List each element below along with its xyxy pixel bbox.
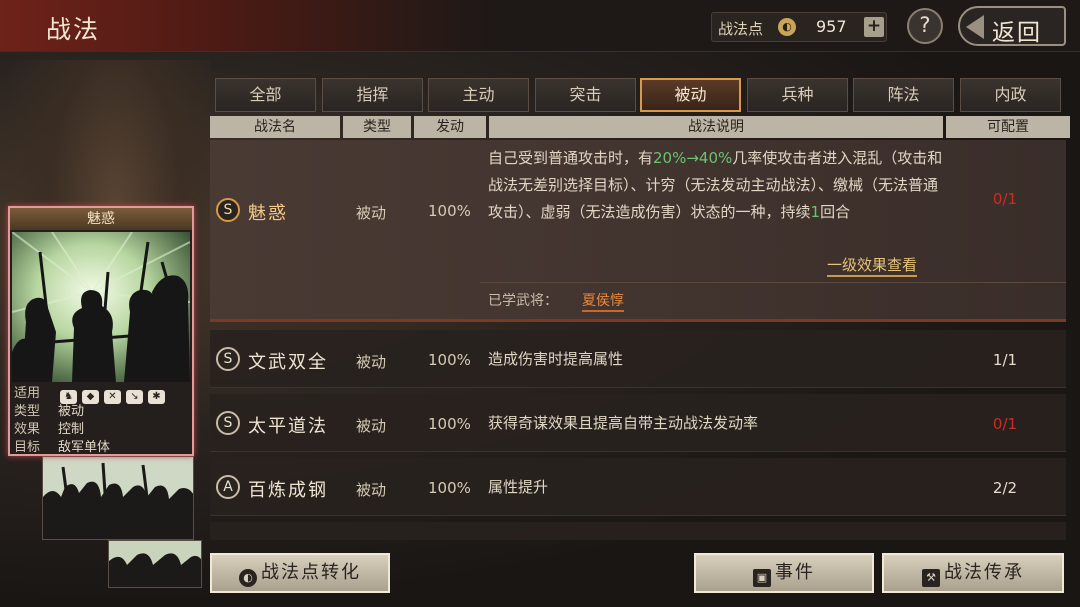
effect-details-link[interactable]: 一级效果查看 [827,254,918,277]
skill-type: 被动 [356,353,387,371]
card-effect-value: 控制 [58,422,85,437]
column-header-description: 战法说明 [489,116,943,138]
card-target-value: 敌军单体 [58,440,111,455]
card-effect-row: 效果 控制 [14,418,84,437]
grade-badge: S [216,411,240,435]
selected-skill-card[interactable]: 魅惑 适用 ♞ ◆ ✕ ↘ ✱ 类型 被动 效果 控制 目标 敌军单体 [8,206,194,456]
card-art-image [109,541,201,587]
chance-highlight: 20%→40% [653,149,733,167]
grade-badge: S [216,198,240,222]
inherit-skill-button[interactable]: ⚒ 战法传承 [882,553,1064,593]
back-label: 返回 [992,20,1042,46]
skill-points-coin-icon: ◐ [778,18,796,36]
column-header-type[interactable]: 类型 [343,116,411,138]
card-applicable-label: 适用 [14,386,41,401]
shield-icon: ◆ [82,390,99,404]
card-effect-label: 效果 [14,422,41,437]
tab-formation[interactable]: 阵法 [853,78,954,112]
skill-configurable: 0/1 [992,190,1018,208]
tab-active[interactable]: 主动 [428,78,529,112]
wheel-icon: ✱ [148,390,165,404]
skill-description: 获得奇谋效果且提高自带主动战法发动率 [488,414,759,432]
bow-icon: ✕ [104,390,121,404]
skill-row-selected[interactable]: S 魅惑 被动 100% 自己受到普通攻击时，有20%→40%几率使攻击者进入混… [210,140,1066,322]
top-bar: 战法 战法点 ◐ 957 + ? 返回 [0,0,1080,52]
tab-internal-affairs[interactable]: 内政 [960,78,1061,112]
skill-list: S 魅惑 被动 100% 自己受到普通攻击时，有20%→40%几率使攻击者进入混… [210,140,1066,540]
tab-command[interactable]: 指挥 [322,78,423,112]
tab-all[interactable]: 全部 [215,78,316,112]
card-title: 魅惑 [10,208,192,230]
skill-points-coin-icon: ◐ [239,569,257,587]
skill-points-value: 957 [816,17,847,36]
skill-description: 造成伤害时提高属性 [488,350,624,368]
skill-row[interactable]: S 太平道法 被动 100% 获得奇谋效果且提高自带主动战法发动率 0/1 [210,394,1066,452]
learned-generals-label: 已学武将： [488,293,558,309]
skill-name: 百炼成钢 [248,480,328,501]
event-book-icon: ▣ [753,569,771,587]
skill-row-partial[interactable] [210,522,1066,540]
tab-passive[interactable]: 被动 [640,78,741,112]
skill-row[interactable]: S 文武双全 被动 100% 造成伤害时提高属性 1/1 [210,330,1066,388]
skill-rate: 100% [428,351,471,369]
card-target-label: 目标 [14,440,41,455]
skill-name: 太平道法 [248,416,328,437]
page-title: 战法 [46,15,101,44]
card-type-label: 类型 [14,404,41,419]
help-button[interactable]: ? [907,8,943,44]
column-header-rate[interactable]: 发动 [414,116,486,138]
grade-badge: A [216,475,240,499]
back-button[interactable]: 返回 [958,6,1066,46]
skill-points-box: 战法点 ◐ 957 + [711,12,887,42]
learned-general-link[interactable]: 夏侯惇 [582,290,624,312]
skill-rate: 100% [428,479,471,497]
skill-rate: 100% [428,202,471,220]
stacked-skill-card[interactable] [42,456,194,540]
add-points-button[interactable]: + [864,17,884,37]
card-target-row: 目标 敌军单体 [14,436,110,455]
card-type-value: 被动 [58,404,85,419]
column-header-name[interactable]: 战法名 [210,116,340,138]
skill-name: 魅惑 [248,203,288,224]
grade-badge: S [216,347,240,371]
column-header-configurable[interactable]: 可配置 [946,116,1070,138]
skill-type: 被动 [356,417,387,435]
skill-points-label: 战法点 [718,20,764,38]
row-divider [480,282,1066,283]
spear-icon: ↘ [126,390,143,404]
convert-points-button[interactable]: ◐ 战法点转化 [210,553,390,593]
skill-configurable: 2/2 [992,479,1018,497]
card-type-row: 类型 被动 [14,400,84,419]
skill-row[interactable]: A 百炼成钢 被动 100% 属性提升 2/2 [210,458,1066,516]
skill-configurable: 1/1 [992,351,1018,369]
skill-description: 属性提升 [488,478,549,496]
tab-assault[interactable]: 突击 [535,78,636,112]
skill-name: 文武双全 [248,352,328,373]
skill-description: 自己受到普通攻击时，有20%→40%几率使攻击者进入混乱（攻击和战法无差别选择目… [488,149,943,221]
skill-configurable: 0/1 [992,415,1018,433]
hammer-icon: ⚒ [922,569,940,587]
card-applicable-row: 适用 [14,382,58,401]
stacked-skill-card[interactable] [108,540,202,588]
skill-type: 被动 [356,481,387,499]
card-art-image [43,457,193,539]
skill-type: 被动 [356,204,387,222]
back-arrow-icon [966,15,984,39]
applicable-unit-icons: ♞ ◆ ✕ ↘ ✱ [60,384,186,404]
tab-troop-type[interactable]: 兵种 [747,78,848,112]
card-art-image [11,231,191,382]
skill-rate: 100% [428,415,471,433]
event-button[interactable]: ▣ 事件 [694,553,874,593]
